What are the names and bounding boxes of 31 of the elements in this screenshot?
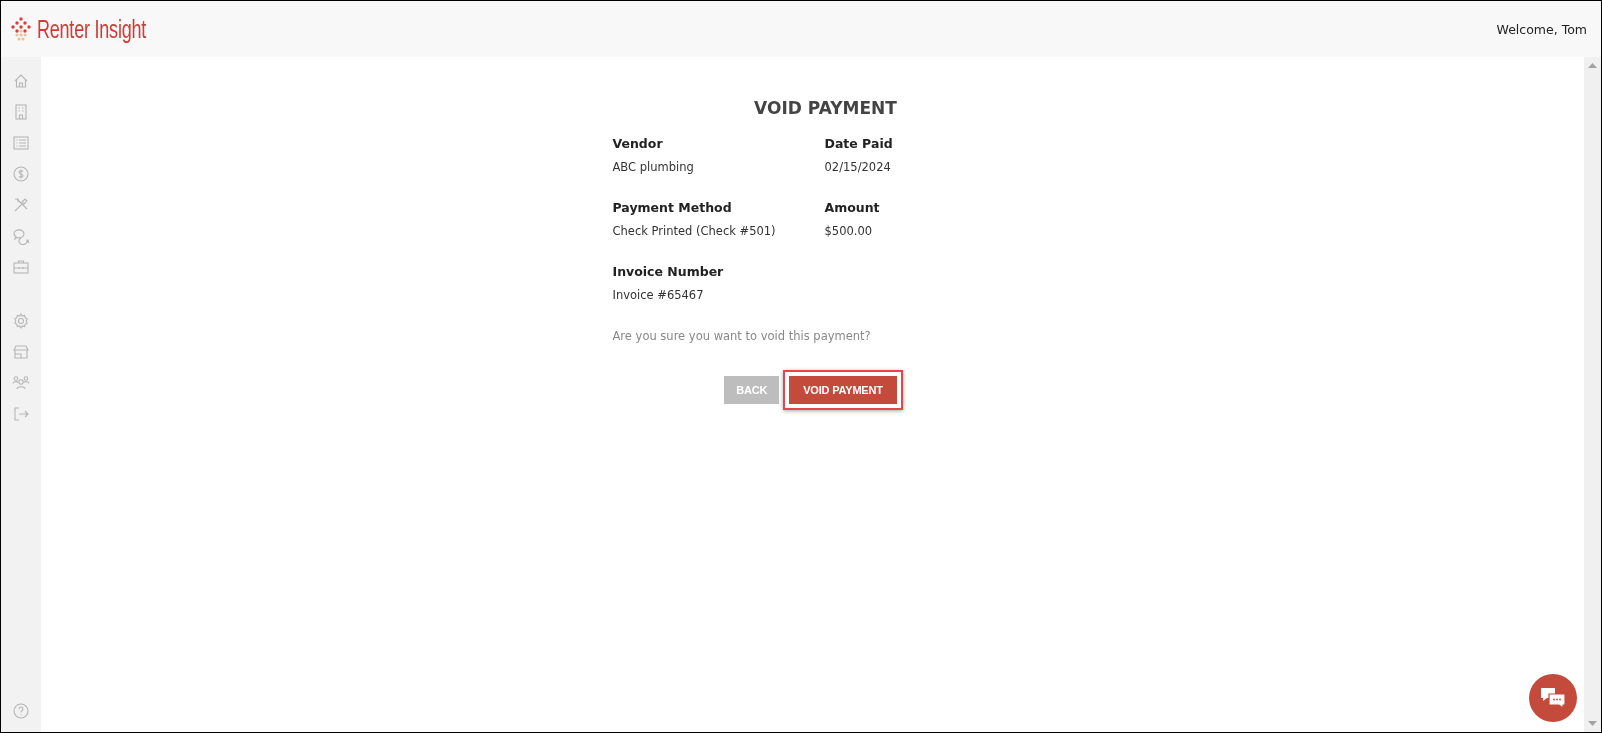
field-value: 02/15/2024 bbox=[824, 160, 892, 174]
field-value: $500.00 bbox=[824, 224, 874, 238]
field-label: Amount bbox=[824, 200, 881, 215]
welcome-text: Welcome, Tom bbox=[1496, 21, 1587, 37]
void-payment-button[interactable]: VOID PAYMENT bbox=[789, 376, 897, 404]
scroll-up-arrow[interactable] bbox=[1588, 63, 1597, 68]
logo-icon bbox=[9, 16, 33, 42]
users-icon[interactable] bbox=[12, 374, 30, 392]
store-icon[interactable] bbox=[12, 343, 30, 361]
help-icon[interactable] bbox=[12, 702, 30, 720]
building-icon[interactable] bbox=[12, 103, 30, 121]
tools-icon[interactable] bbox=[12, 196, 30, 214]
field-label: Date Paid bbox=[824, 136, 894, 151]
chat-button[interactable] bbox=[1529, 674, 1577, 722]
field-value: ABC plumbing bbox=[612, 160, 695, 174]
logo-text[interactable]: Renter Insight bbox=[37, 14, 147, 44]
dollar-icon[interactable] bbox=[12, 165, 30, 183]
confirm-message: Are you sure you want to void this payment? bbox=[612, 329, 872, 343]
field-value: Check Printed (Check #501) bbox=[612, 224, 777, 238]
field-value: Invoice #65467 bbox=[612, 288, 705, 302]
page-title: VOID PAYMENT bbox=[753, 98, 898, 118]
settings-icon[interactable] bbox=[12, 312, 30, 330]
chat-bubbles-icon bbox=[1540, 687, 1566, 709]
list-icon[interactable] bbox=[12, 134, 30, 152]
logout-icon[interactable] bbox=[12, 405, 30, 423]
field-label: Payment Method bbox=[612, 200, 733, 215]
scroll-down-arrow[interactable] bbox=[1588, 721, 1597, 726]
home-icon[interactable] bbox=[12, 72, 30, 90]
field-label: Vendor bbox=[612, 136, 664, 151]
field-label: Invoice Number bbox=[612, 264, 725, 279]
briefcase-icon[interactable] bbox=[12, 258, 30, 276]
